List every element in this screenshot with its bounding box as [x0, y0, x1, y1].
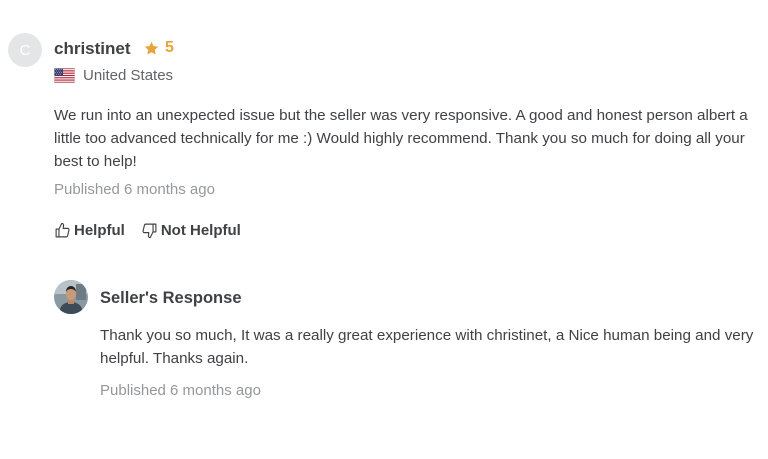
- reviewer-username[interactable]: christinet: [54, 39, 131, 59]
- review-rating: 5: [143, 39, 174, 57]
- review-body: We run into an unexpected issue but the …: [54, 107, 748, 170]
- country-name: United States: [83, 67, 174, 84]
- not-helpful-label: Not Helpful: [160, 222, 241, 239]
- seller-response-body: Thank you so much, It was a really great…: [100, 327, 754, 367]
- review-published-date: Published 6 months ago: [54, 181, 215, 198]
- seller-avatar[interactable]: [54, 280, 88, 314]
- review-card: C christinet 5 United States We run into…: [0, 0, 768, 459]
- reviewer-country: United States: [54, 67, 173, 84]
- seller-response-title: Seller's Response: [100, 289, 242, 307]
- seller-response-published-date: Published 6 months ago: [100, 382, 261, 399]
- helpful-label: Helpful: [74, 222, 125, 239]
- not-helpful-button[interactable]: Not Helpful: [141, 222, 241, 239]
- reviewer-avatar-letter: C: [19, 41, 31, 59]
- thumbs-up-icon: [55, 222, 70, 238]
- reviewer-avatar[interactable]: C: [8, 33, 42, 67]
- star-icon: [144, 41, 159, 55]
- helpful-button[interactable]: Helpful: [54, 222, 125, 239]
- review-feedback: Helpful Not Helpful: [54, 222, 241, 239]
- thumbs-down-icon: [142, 223, 157, 239]
- us-flag-icon: [54, 68, 75, 83]
- rating-value: 5: [165, 39, 174, 56]
- seller-photo-icon: [54, 280, 88, 314]
